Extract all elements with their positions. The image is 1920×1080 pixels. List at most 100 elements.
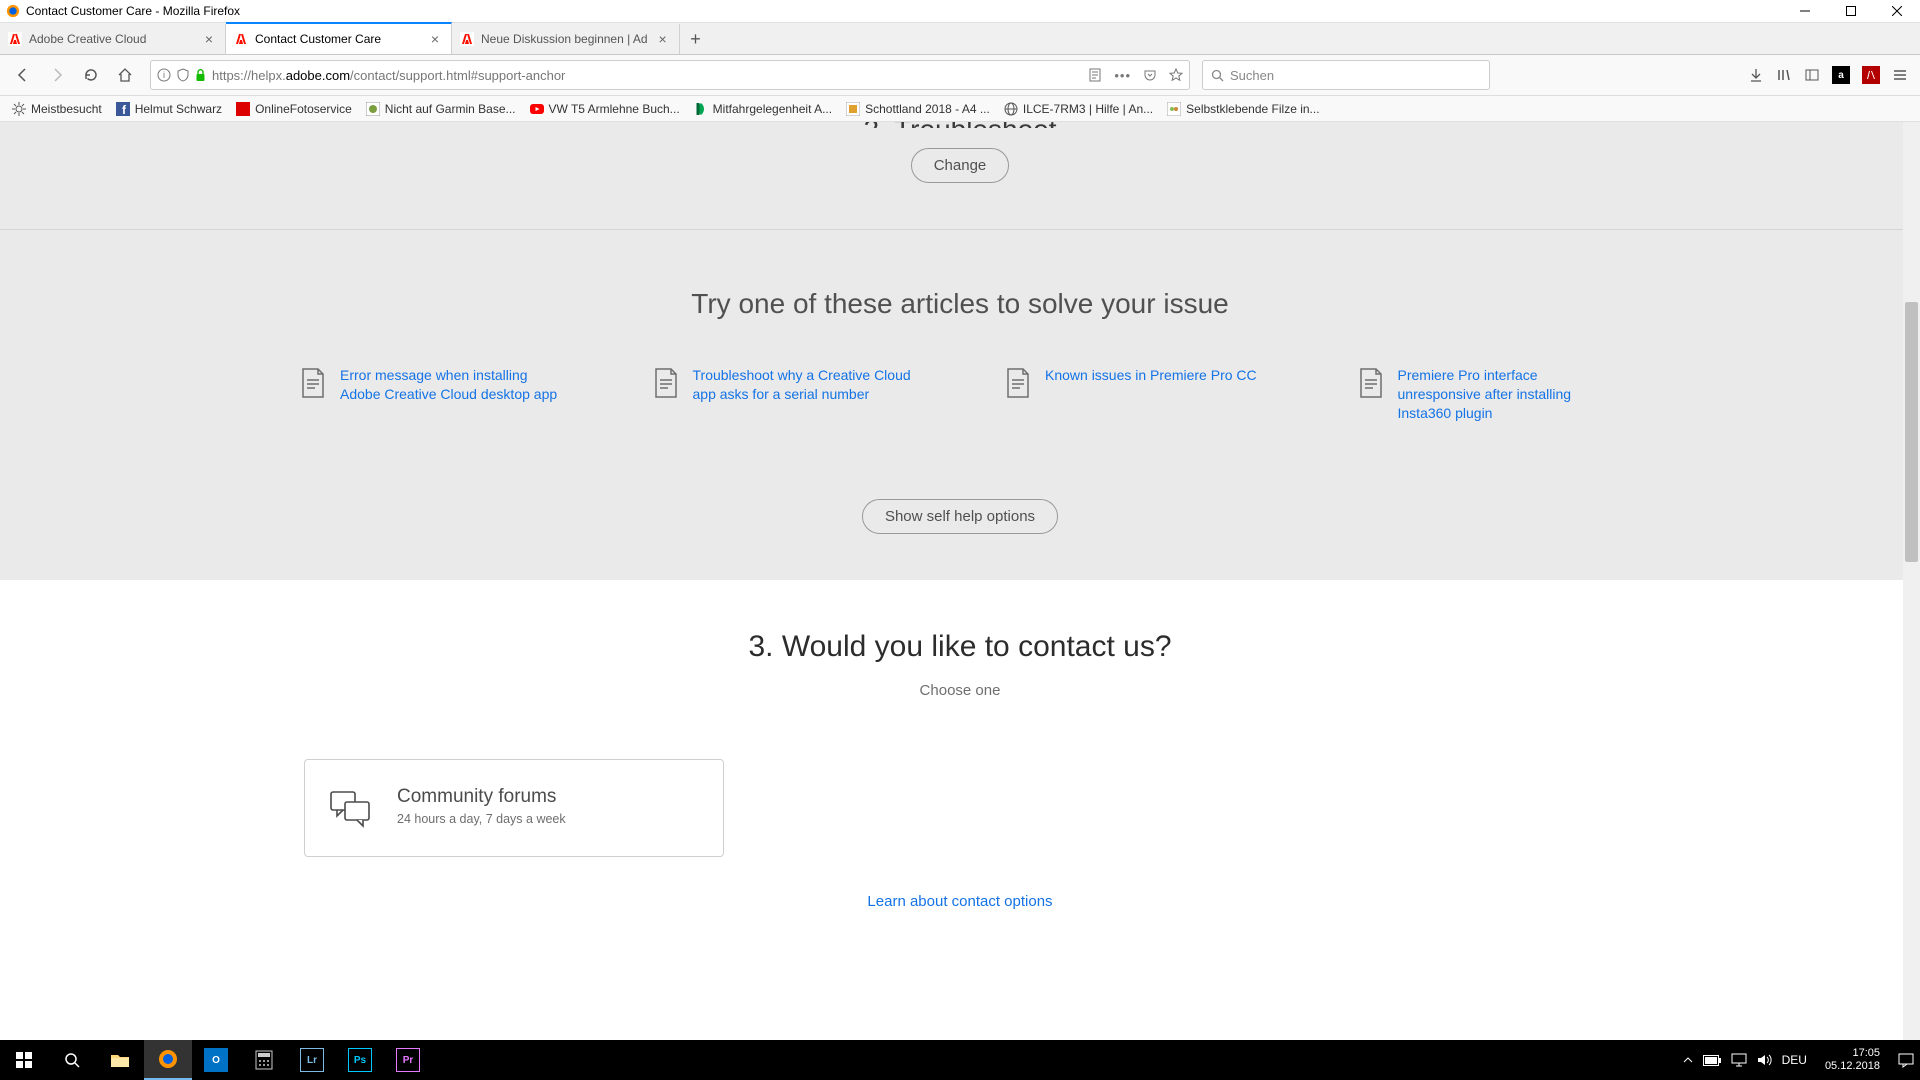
forum-subtitle: 24 hours a day, 7 days a week xyxy=(397,812,566,826)
file-explorer-button[interactable] xyxy=(96,1040,144,1080)
tab-adobe-cc[interactable]: Adobe Creative Cloud × xyxy=(0,24,226,54)
back-button[interactable] xyxy=(8,60,38,90)
forward-button[interactable] xyxy=(42,60,72,90)
svg-text:i: i xyxy=(163,70,165,80)
bookmark-star-icon[interactable] xyxy=(1169,68,1183,82)
hamburger-menu-icon[interactable] xyxy=(1892,67,1908,83)
chat-bubbles-icon xyxy=(329,790,373,830)
article-link[interactable]: Premiere Pro interface unresponsive afte… xyxy=(1398,366,1621,423)
home-button[interactable] xyxy=(110,60,140,90)
bookmark-item[interactable]: Meistbesucht xyxy=(8,100,106,118)
article-list: Error message when installing Adobe Crea… xyxy=(300,366,1620,423)
language-indicator[interactable]: DEU xyxy=(1782,1053,1807,1067)
calculator-taskbar-button[interactable] xyxy=(240,1040,288,1080)
premiere-taskbar-button[interactable]: Pr xyxy=(384,1040,432,1080)
tab-close-button[interactable]: × xyxy=(655,31,671,47)
document-icon xyxy=(1005,368,1031,398)
community-forums-card[interactable]: Community forums 24 hours a day, 7 days … xyxy=(304,759,724,857)
volume-icon[interactable] xyxy=(1757,1053,1772,1067)
start-button[interactable] xyxy=(0,1040,48,1080)
search-placeholder: Suchen xyxy=(1230,68,1274,83)
favicon-icon xyxy=(236,102,250,116)
tab-label: Adobe Creative Cloud xyxy=(29,32,194,46)
window-titlebar: Contact Customer Care - Mozilla Firefox xyxy=(0,0,1920,23)
adobe-favicon-icon xyxy=(460,32,474,46)
window-title: Contact Customer Care - Mozilla Firefox xyxy=(26,4,240,18)
photoshop-taskbar-button[interactable]: Ps xyxy=(336,1040,384,1080)
new-tab-button[interactable]: + xyxy=(680,24,712,54)
windows-taskbar: O Lr Ps Pr DEU 17:05 05.12.2018 xyxy=(0,1040,1920,1080)
sidebar-icon[interactable] xyxy=(1804,67,1820,83)
favicon-icon xyxy=(846,102,860,116)
library-icon[interactable] xyxy=(1776,67,1792,83)
globe-icon xyxy=(1004,102,1018,116)
tab-close-button[interactable]: × xyxy=(427,31,443,47)
section-divider xyxy=(0,229,1920,230)
network-icon[interactable] xyxy=(1731,1053,1747,1067)
page-viewport: 2. Troubleshoot Change Try one of these … xyxy=(0,122,1920,1040)
learn-contact-options-link[interactable]: Learn about contact options xyxy=(867,893,1052,910)
taskbar-clock[interactable]: 17:05 05.12.2018 xyxy=(1817,1047,1888,1072)
document-icon xyxy=(1358,368,1384,398)
search-box[interactable]: Suchen xyxy=(1202,60,1490,90)
tab-label: Neue Diskussion beginnen | Ad xyxy=(481,32,648,46)
search-icon xyxy=(1211,69,1224,82)
window-minimize-button[interactable] xyxy=(1782,0,1828,22)
tab-contact-care[interactable]: Contact Customer Care × xyxy=(226,22,452,54)
navigation-bar: i https://helpx.adobe.com/contact/suppor… xyxy=(0,55,1920,96)
youtube-icon xyxy=(530,102,544,116)
contact-section: 3. Would you like to contact us? Choose … xyxy=(0,580,1920,957)
troubleshoot-section: 2. Troubleshoot Change Try one of these … xyxy=(0,122,1920,580)
facebook-icon: f xyxy=(116,102,130,116)
pocket-icon[interactable] xyxy=(1143,68,1157,82)
bookmark-item[interactable]: Mitfahrgelegenheit A... xyxy=(690,100,836,118)
lightroom-taskbar-button[interactable]: Lr xyxy=(288,1040,336,1080)
tab-neue-diskussion[interactable]: Neue Diskussion beginnen | Ad × xyxy=(452,24,680,54)
bookmark-item[interactable]: Selbstklebende Filze in... xyxy=(1163,100,1323,118)
tray-chevron-icon[interactable] xyxy=(1683,1055,1693,1065)
downloads-icon[interactable] xyxy=(1748,67,1764,83)
bookmark-item[interactable]: Nicht auf Garmin Base... xyxy=(362,100,520,118)
firefox-logo-icon xyxy=(6,4,20,18)
choose-one-label: Choose one xyxy=(0,682,1920,699)
bookmark-item[interactable]: VW T5 Armlehne Buch... xyxy=(526,100,684,118)
bookmark-item[interactable]: OnlineFotoservice xyxy=(232,100,356,118)
article-item: Error message when installing Adobe Crea… xyxy=(300,366,563,423)
page-actions-icon[interactable]: ••• xyxy=(1114,68,1131,83)
url-bar[interactable]: i https://helpx.adobe.com/contact/suppor… xyxy=(150,60,1190,90)
acrobat-extension-icon[interactable] xyxy=(1862,66,1880,84)
tab-close-button[interactable]: × xyxy=(201,31,217,47)
window-close-button[interactable] xyxy=(1874,0,1920,22)
firefox-taskbar-button[interactable] xyxy=(144,1040,192,1080)
gear-icon xyxy=(12,102,26,116)
bookmark-item[interactable]: fHelmut Schwarz xyxy=(112,100,226,118)
article-link[interactable]: Troubleshoot why a Creative Cloud app as… xyxy=(693,366,916,423)
tracking-shield-icon[interactable] xyxy=(177,68,189,82)
bookmark-item[interactable]: Schottland 2018 - A4 ... xyxy=(842,100,994,118)
outlook-taskbar-button[interactable]: O xyxy=(192,1040,240,1080)
article-link[interactable]: Error message when installing Adobe Crea… xyxy=(340,366,563,423)
bookmark-item[interactable]: ILCE-7RM3 | Hilfe | An... xyxy=(1000,100,1157,118)
extension-badge-icon[interactable]: a xyxy=(1832,66,1850,84)
contact-heading: 3. Would you like to contact us? xyxy=(0,580,1920,664)
reader-mode-icon[interactable] xyxy=(1088,68,1102,82)
site-info-icon[interactable]: i xyxy=(157,68,171,82)
reload-button[interactable] xyxy=(76,60,106,90)
search-button[interactable] xyxy=(48,1040,96,1080)
article-item: Known issues in Premiere Pro CC xyxy=(1005,366,1268,423)
lock-icon[interactable] xyxy=(195,69,206,82)
action-center-icon[interactable] xyxy=(1898,1052,1914,1068)
articles-heading: Try one of these articles to solve your … xyxy=(0,288,1920,320)
article-link[interactable]: Known issues in Premiere Pro CC xyxy=(1045,366,1257,423)
url-text: https://helpx.adobe.com/contact/support.… xyxy=(212,68,565,83)
vertical-scrollbar[interactable] xyxy=(1903,122,1920,1040)
forum-title: Community forums xyxy=(397,786,566,808)
tab-label: Contact Customer Care xyxy=(255,32,420,46)
window-maximize-button[interactable] xyxy=(1828,0,1874,22)
favicon-icon xyxy=(694,102,708,116)
battery-icon[interactable] xyxy=(1703,1055,1721,1066)
scrollbar-thumb[interactable] xyxy=(1905,302,1918,562)
change-button[interactable]: Change xyxy=(911,148,1010,183)
self-help-button[interactable]: Show self help options xyxy=(862,499,1058,534)
bookmarks-bar: Meistbesucht fHelmut Schwarz OnlineFotos… xyxy=(0,96,1920,122)
